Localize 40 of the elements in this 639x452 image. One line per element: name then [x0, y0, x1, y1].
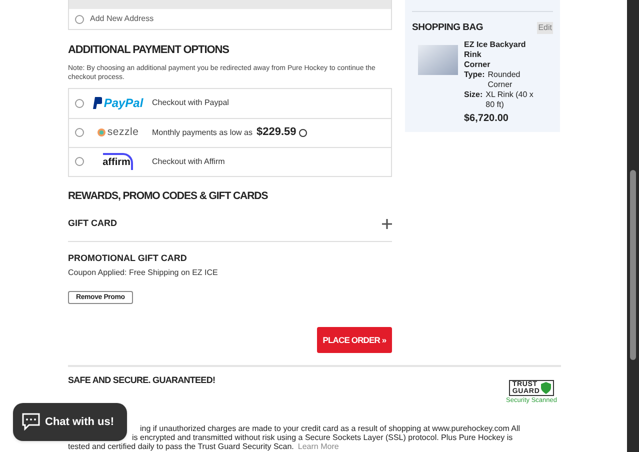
security-text-line: is encrypted and transmitted without risk using a Secure Sockets Layer (SSL) protocol. Plus Pure Hockey is: [132, 433, 513, 442]
promo-status: Coupon Applied: Free Shipping on EZ ICE: [68, 267, 219, 280]
attribute-label: Size:: [464, 90, 483, 100]
learn-more-link[interactable]: Learn More: [298, 442, 339, 452]
security-text-line: tested and certified daily to pass the Trust Guard Security Scan.: [68, 442, 294, 452]
product-variant: Corner: [464, 60, 492, 70]
scrollbar[interactable]: [627, 0, 639, 452]
promo-title: PROMOTIONAL GIFT CARD: [68, 252, 188, 265]
chat-button[interactable]: Chat with us!: [13, 403, 127, 441]
attribute-value: Rounded Corner: [488, 70, 522, 90]
shopping-bag-title: SHOPPING BAG: [412, 21, 484, 35]
attribute-value: XL Rink (40 x 80 ft): [486, 90, 534, 110]
security-text-line: ing if unauthorized charges are made to your credit card as a result of shopping at www.purehockey.com All: [140, 424, 520, 434]
paypal-icon: [92, 97, 102, 109]
paypal-logo: PayPal: [104, 95, 144, 112]
payment-amount: $229.59: [256, 125, 296, 140]
payment-option-text: Monthly payments as low as: [152, 126, 252, 138]
product-image: [418, 45, 458, 76]
radio-button[interactable]: [75, 157, 84, 166]
sezzle-logo: sezzle: [107, 124, 139, 140]
attribute-label: Type:: [464, 70, 485, 80]
product-name: EZ Ice Backyard Rink: [464, 40, 527, 60]
info-icon[interactable]: [299, 128, 308, 136]
product-price: $6,720.00: [464, 114, 510, 124]
radio-button[interactable]: [75, 98, 84, 108]
section-title: ADDITIONAL PAYMENT OPTIONS: [68, 43, 230, 58]
chat-icon: [21, 413, 41, 431]
place-order-button[interactable]: PLACE ORDER »: [317, 327, 392, 354]
gift-card-label: GIFT CARD: [68, 217, 117, 230]
payment-option-text: Checkout with Paypal: [152, 97, 229, 109]
radio-button[interactable]: [75, 128, 84, 137]
radio-button[interactable]: [75, 14, 84, 24]
payment-option-text: Checkout with Affirm: [152, 156, 225, 168]
sezzle-icon: [97, 128, 106, 137]
affirm-logo: affirm: [102, 153, 134, 170]
section-title: REWARDS, PROMO CODES & GIFT CARDS: [68, 188, 269, 204]
address-option-label: Add New Address: [90, 13, 154, 25]
edit-link[interactable]: Edit: [537, 22, 553, 34]
plus-icon[interactable]: [382, 219, 392, 229]
security-title: SAFE AND SECURE. GUARANTEED!: [68, 374, 216, 388]
